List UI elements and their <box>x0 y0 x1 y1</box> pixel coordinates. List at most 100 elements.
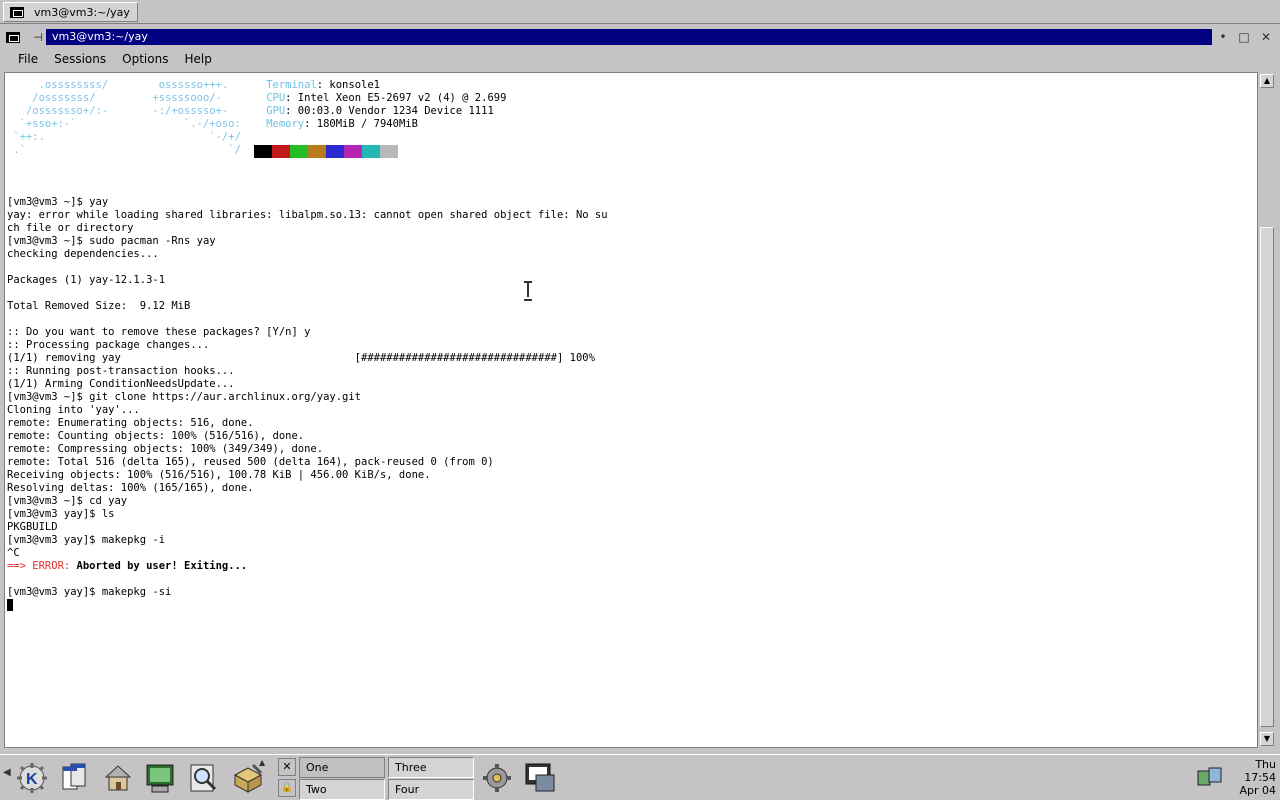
menu-file[interactable]: File <box>4 52 45 66</box>
window-title: vm3@vm3:~/yay <box>46 29 1212 45</box>
desktop-one[interactable]: One <box>299 757 385 778</box>
terminal-line: [vm3@vm3 ~]$ git clone https://aur.archl… <box>7 391 362 403</box>
color-swatch <box>362 145 380 158</box>
neofetch-info-label: Terminal <box>266 79 317 91</box>
taskbar-window-button[interactable]: vm3@vm3:~/yay <box>3 2 138 22</box>
scrollbar-thumb[interactable] <box>1260 227 1274 727</box>
neofetch-logo-line: /osssssss/ +sssssooo/- <box>7 92 267 104</box>
neofetch-info-value: : 180MiB / 7940MiB <box>304 118 418 130</box>
terminal-launcher-icon[interactable] <box>143 760 179 796</box>
lock-icon[interactable]: 🔒 <box>278 779 296 797</box>
terminal-line: [vm3@vm3 ~]$ yay <box>7 196 109 208</box>
terminal-line: [vm3@vm3 ~]$ sudo pacman -Rns yay <box>7 235 216 247</box>
panel-clock[interactable]: Thu 17:54 Apr 04 <box>1226 758 1276 797</box>
terminal-icon <box>10 6 24 18</box>
terminal-area[interactable]: .ossssssss/ ossssso+++. Terminal: konsol… <box>4 72 1258 748</box>
terminal-line: :: Processing package changes... <box>7 339 210 351</box>
terminal-line: remote: Enumerating objects: 516, done. <box>7 417 254 429</box>
terminal-output: .ossssssss/ ossssso+++. Terminal: konsol… <box>7 79 608 613</box>
color-swatch <box>290 145 308 158</box>
neofetch-row: .ossssssss/ ossssso+++. Terminal: konsol… <box>7 79 380 91</box>
terminal-line: ch file or directory <box>7 222 134 234</box>
neofetch-info-label: GPU <box>266 105 286 117</box>
terminal-line: [vm3@vm3 yay]$ makepkg -i <box>7 534 166 546</box>
terminal-line: remote: Compressing objects: 100% (349/3… <box>7 443 324 455</box>
menu-sessions[interactable]: Sessions <box>45 52 113 66</box>
color-swatch <box>380 145 398 158</box>
pin-icon[interactable]: ⊣ <box>30 31 46 44</box>
terminal-error-line: ==> ERROR: Aborted by user! Exiting... <box>7 560 247 572</box>
gear-icon[interactable] <box>479 760 515 796</box>
search-icon[interactable] <box>186 760 222 796</box>
scroll-down-arrow-icon[interactable]: ▼ <box>1260 732 1274 746</box>
terminal-line: [vm3@vm3 yay]$ ls <box>7 508 115 520</box>
home-folder-icon[interactable] <box>100 760 136 796</box>
ibeam-cursor-icon <box>524 281 532 301</box>
neofetch-logo-line: /osssssso+/:- -:/+osssso+- <box>7 105 267 117</box>
scroll-up-arrow-icon[interactable]: ▲ <box>1260 74 1274 88</box>
terminal-line: checking dependencies... <box>7 248 159 260</box>
maximize-button[interactable]: □ <box>1237 30 1251 44</box>
clock-date: Apr 04 <box>1239 784 1276 797</box>
terminal-line: yay: error while loading shared librarie… <box>7 209 608 221</box>
neofetch-info-value: : 00:03.0 Vendor 1234 Device 1111 <box>285 105 494 117</box>
neofetch-info-value: : konsole1 <box>316 79 380 91</box>
svg-text:K: K <box>26 771 38 788</box>
terminal-line: (1/1) Arming ConditionNeedsUpdate... <box>7 378 235 390</box>
neofetch-logo-line: .` `/ <box>7 144 267 156</box>
panel-arrow-up-icon[interactable]: ▲ <box>259 758 265 767</box>
text-cursor <box>7 599 13 611</box>
terminal-scrollbar[interactable]: ▲ ▼ <box>1258 72 1276 748</box>
clock-time: 17:54 <box>1244 771 1276 784</box>
close-button[interactable]: ✕ <box>1259 30 1273 44</box>
menubar: File Sessions Options Help <box>4 48 1276 70</box>
terminal-line: ^C <box>7 547 20 559</box>
konsole-window: ⊣ vm3@vm3:~/yay • □ ✕ File Sessions Opti… <box>0 26 1280 752</box>
neofetch-info-label: CPU <box>266 92 286 104</box>
desktop-two[interactable]: Two <box>299 779 385 800</box>
window-menu-icon[interactable] <box>6 31 20 43</box>
menu-options[interactable]: Options <box>113 52 175 66</box>
color-swatch <box>344 145 362 158</box>
terminal-lines: [vm3@vm3 ~]$ yay yay: error while loadin… <box>7 196 608 612</box>
terminal-line: Total Removed Size: 9.12 MiB <box>7 300 191 312</box>
minimize-button[interactable]: • <box>1216 30 1230 44</box>
terminal-line: Cloning into 'yay'... <box>7 404 140 416</box>
terminal-line: (1/1) removing yay [####################… <box>7 352 595 364</box>
color-swatches <box>254 145 398 158</box>
terminal-line: Packages (1) yay-12.1.3-1 <box>7 274 166 286</box>
taskbar-window-title: vm3@vm3:~/yay <box>34 5 130 19</box>
close-small-icon[interactable]: ✕ <box>278 758 296 776</box>
terminal-line: remote: Total 516 (delta 165), reused 50… <box>7 456 494 468</box>
color-swatch <box>254 145 272 158</box>
neofetch-logo-line: .ossssssss/ ossssso+++. <box>7 79 267 91</box>
menu-help[interactable]: Help <box>175 52 218 66</box>
terminal-line: Resolving deltas: 100% (165/165), done. <box>7 482 254 494</box>
color-swatch <box>272 145 290 158</box>
neofetch-logo-line: `+sso+:-` `.-/+oso: <box>7 118 267 130</box>
kde-menu-icon[interactable]: K <box>14 760 50 796</box>
color-swatch <box>326 145 344 158</box>
neofetch-row: `+sso+:-` `.-/+oso: Memory: 180MiB / 794… <box>7 118 418 130</box>
error-prefix: ==> ERROR: <box>7 560 71 572</box>
terminal-line: remote: Counting objects: 100% (516/516)… <box>7 430 305 442</box>
neofetch-logo-line: `++:. `-/+/ <box>7 131 267 143</box>
window-list-icon[interactable] <box>58 760 94 796</box>
neofetch-row: /osssssso+/:- -:/+osssso+- GPU: 00:03.0 … <box>7 105 494 117</box>
clock-day: Thu <box>1255 758 1276 771</box>
window-titlebar[interactable]: ⊣ vm3@vm3:~/yay • □ ✕ <box>0 27 1280 47</box>
desktop-three[interactable]: Three <box>388 757 474 778</box>
neofetch-info-label: Memory <box>266 118 305 130</box>
neofetch-row: `++:. `-/+/ <box>7 131 266 143</box>
neofetch-row: /osssssss/ +sssssooo/- CPU: Intel Xeon E… <box>7 92 506 104</box>
neofetch-row: .` `/ <box>7 144 266 156</box>
terminal-line: [vm3@vm3 yay]$ makepkg -si <box>7 586 172 598</box>
color-swatch <box>308 145 326 158</box>
desktop-four[interactable]: Four <box>388 779 474 800</box>
konsole-task-icon[interactable] <box>522 760 558 796</box>
panel-hide-left-icon[interactable]: ◀ <box>3 767 11 778</box>
terminal-line: :: Do you want to remove these packages?… <box>7 326 311 338</box>
network-tray-icon[interactable] <box>1192 760 1228 796</box>
terminal-line: [vm3@vm3 ~]$ cd yay <box>7 495 128 507</box>
top-taskbar: vm3@vm3:~/yay <box>0 0 1280 24</box>
